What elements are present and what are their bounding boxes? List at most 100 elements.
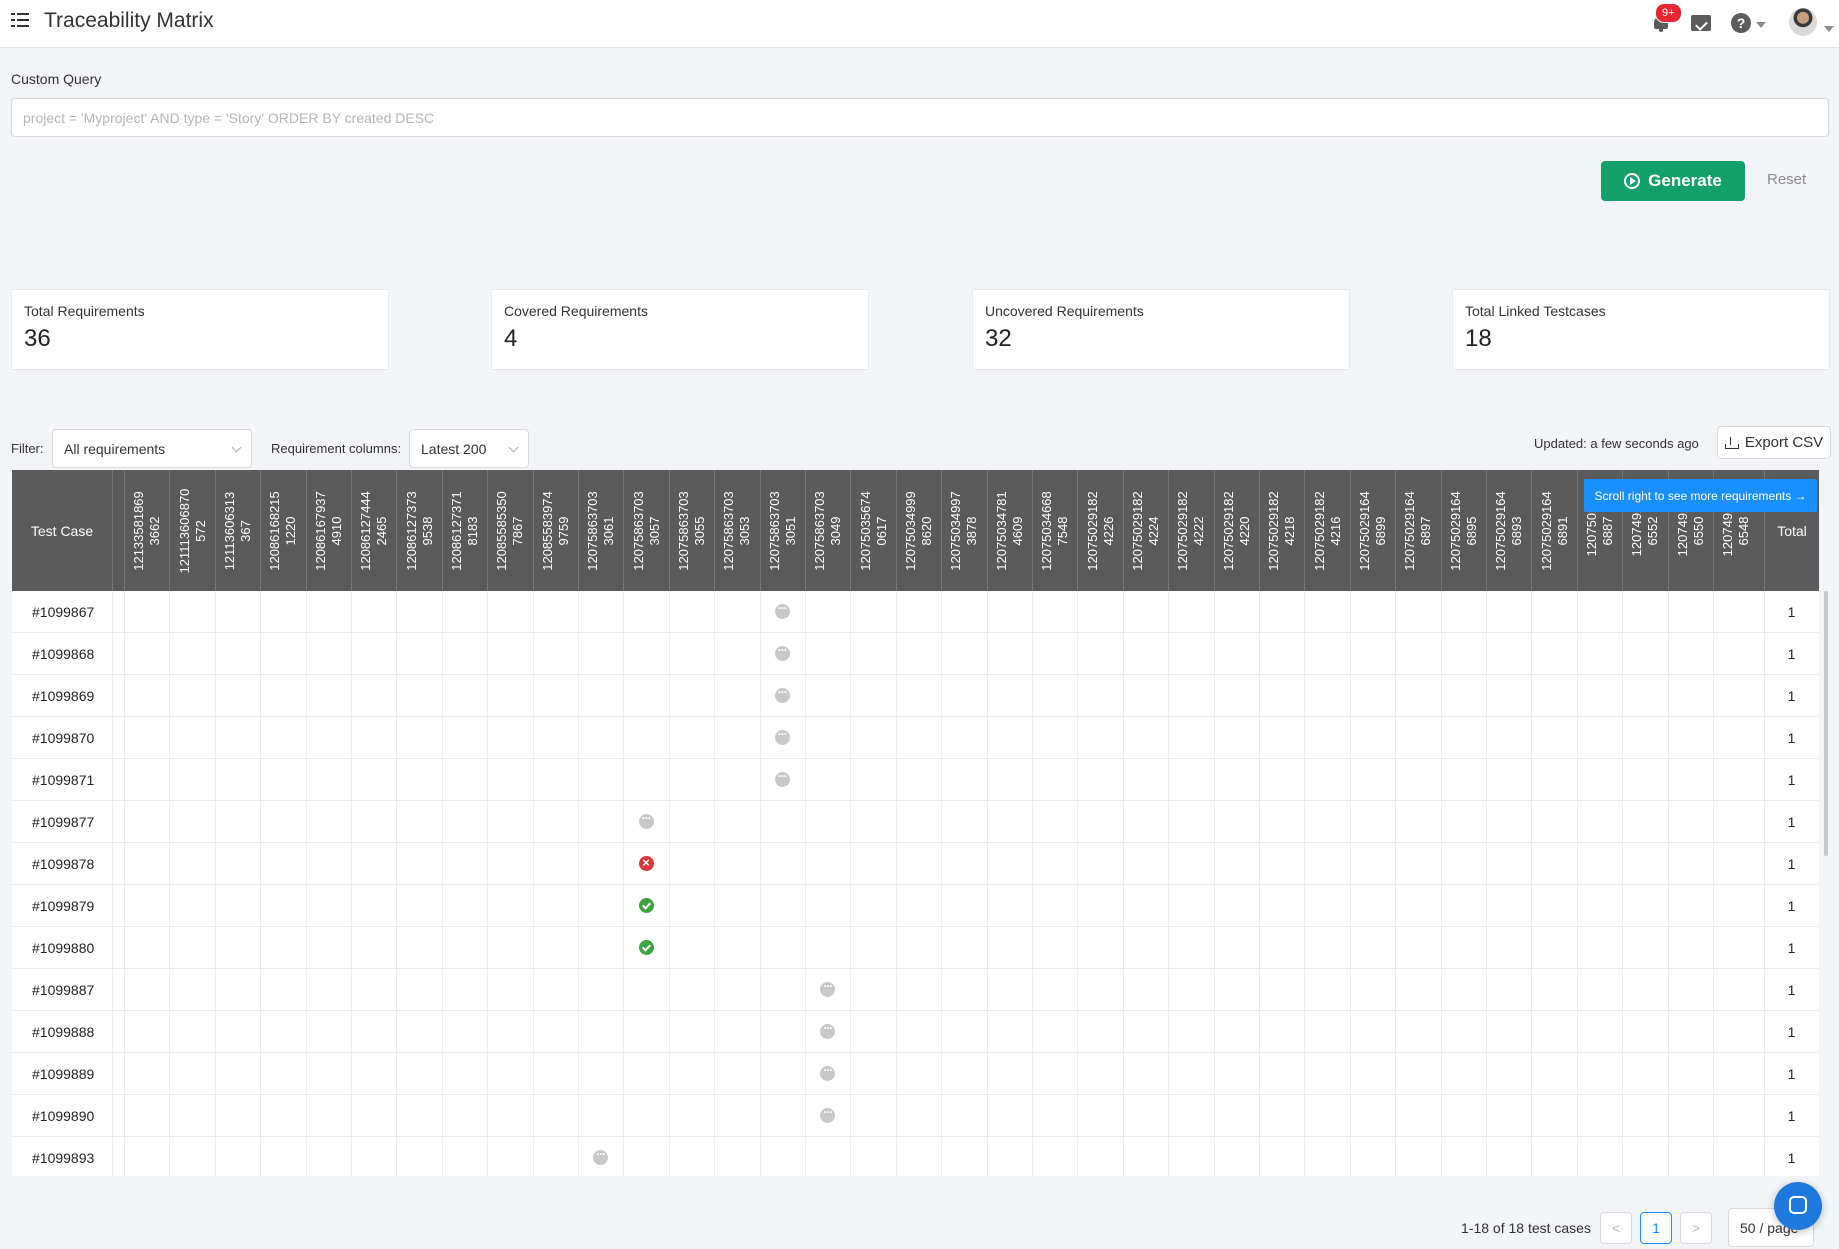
test-case-id[interactable]: #1099890 <box>32 1095 94 1137</box>
test-case-id[interactable]: #1099869 <box>32 675 94 717</box>
requirement-column-header[interactable]: 12075863703 3055 <box>668 470 714 591</box>
test-case-id[interactable]: #1099871 <box>32 759 94 801</box>
test-case-column-header: Test Case <box>30 522 94 539</box>
vertical-scrollbar[interactable] <box>1824 591 1828 856</box>
pending-status-icon[interactable] <box>593 1147 609 1165</box>
test-case-id[interactable]: #1099867 <box>32 591 94 633</box>
requirement-columns-label: Requirement columns: <box>271 441 402 456</box>
table-row[interactable]: #1099887 1 <box>12 969 1819 1011</box>
test-case-id[interactable]: #1099880 <box>32 927 94 969</box>
avatar-chevron-down-icon[interactable] <box>1824 26 1834 32</box>
export-csv-button[interactable]: Export CSV <box>1717 426 1831 459</box>
test-case-id[interactable]: #1099888 <box>32 1011 94 1053</box>
table-row[interactable]: #1099871 1 <box>12 759 1819 801</box>
chat-icon[interactable] <box>1774 1182 1822 1230</box>
requirement-column-header[interactable]: 12075029182 4218 <box>1259 470 1304 591</box>
requirement-column-header[interactable]: 12085585350 7867 <box>487 470 532 591</box>
test-case-id[interactable]: #1099877 <box>32 801 94 843</box>
requirement-column-header[interactable]: 12075863703 3057 <box>623 470 668 591</box>
table-row[interactable]: #1099889 1 <box>12 1053 1819 1095</box>
requirement-column-header[interactable]: 12086167937 4910 <box>305 470 351 591</box>
requirement-column-header[interactable]: 12086127444 2465 <box>351 470 396 591</box>
prev-page-button[interactable]: < <box>1600 1212 1632 1244</box>
requirement-column-header[interactable]: 12133581869 3662 <box>124 470 169 591</box>
requirement-column-header[interactable]: 12075029182 4220 <box>1213 470 1259 591</box>
requirement-column-header[interactable]: 12075029164 6899 <box>1349 470 1395 591</box>
requirement-column-header[interactable]: 12086168215 1220 <box>260 470 305 591</box>
table-row[interactable]: #1099890 1 <box>12 1095 1819 1137</box>
table-row[interactable]: #1099880 1 <box>12 927 1819 969</box>
table-row[interactable]: #1099870 1 <box>12 717 1819 759</box>
requirement-column-header[interactable]: 12086127373 9538 <box>396 470 441 591</box>
requirement-column-header[interactable]: 12075029182 4222 <box>1168 470 1213 591</box>
stat-label: Covered Requirements <box>504 303 648 319</box>
pending-status-icon[interactable] <box>774 643 790 661</box>
pending-status-icon[interactable] <box>820 1105 836 1123</box>
pending-status-icon[interactable] <box>774 685 790 703</box>
requirement-column-header[interactable]: 12075034999 8620 <box>895 470 941 591</box>
pending-status-icon[interactable] <box>774 601 790 619</box>
filter-select[interactable]: All requirements <box>52 429 252 468</box>
pending-status-icon[interactable] <box>638 811 654 829</box>
table-row[interactable]: #1099869 1 <box>12 675 1819 717</box>
top-bar: Traceability Matrix 9+ ? <box>0 0 1839 48</box>
table-row[interactable]: #1099888 1 <box>12 1011 1819 1053</box>
requirement-column-header[interactable]: 12113606313 367 <box>214 470 260 591</box>
table-row[interactable]: #1099867 1 <box>12 591 1819 633</box>
pass-status-icon[interactable] <box>638 940 654 955</box>
table-row[interactable]: #1099893 1 <box>12 1137 1819 1176</box>
filter-label: Filter: <box>11 441 44 456</box>
requirement-column-header[interactable]: 12075034668 7548 <box>1032 470 1077 591</box>
next-page-button[interactable]: > <box>1680 1212 1712 1244</box>
test-case-id[interactable]: #1099887 <box>32 969 94 1011</box>
test-case-id[interactable]: #1099868 <box>32 633 94 675</box>
help-chevron-down-icon[interactable] <box>1756 22 1766 28</box>
table-row[interactable]: #1099879 1 <box>12 885 1819 927</box>
pending-status-icon[interactable] <box>820 1021 836 1039</box>
table-row[interactable]: #1099878 1 <box>12 843 1819 885</box>
requirement-column-header[interactable]: 12075029164 6891 <box>1531 470 1576 591</box>
custom-query-input[interactable] <box>11 98 1829 137</box>
avatar[interactable] <box>1789 8 1817 36</box>
requirement-column-header[interactable]: 12075029182 4216 <box>1304 470 1349 591</box>
requirement-column-header[interactable]: 12075034997 3878 <box>941 470 986 591</box>
requirement-column-header[interactable]: 12086127371 8183 <box>441 470 487 591</box>
table-row[interactable]: #1099868 1 <box>12 633 1819 675</box>
pending-status-icon[interactable] <box>820 979 836 997</box>
requirement-column-header[interactable]: 12075029182 4226 <box>1077 470 1122 591</box>
stat-value: 18 <box>1465 325 1492 352</box>
requirement-column-header[interactable]: 12075863703 3061 <box>578 470 623 591</box>
test-case-id[interactable]: #1099878 <box>32 843 94 885</box>
page-1-button[interactable]: 1 <box>1640 1212 1672 1244</box>
requirement-column-header[interactable]: 12075863703 3049 <box>805 470 850 591</box>
fail-status-icon[interactable] <box>638 855 654 871</box>
requirement-id-label: 12075029182 4226 <box>1084 490 1116 571</box>
requirement-column-header[interactable]: 121113606870 572 <box>169 470 214 591</box>
requirement-column-header[interactable]: 12075029182 4224 <box>1122 470 1168 591</box>
test-case-id[interactable]: #1099893 <box>32 1137 94 1176</box>
help-icon[interactable]: ? <box>1730 12 1752 34</box>
test-case-id[interactable]: #1099889 <box>32 1053 94 1095</box>
scroll-hint[interactable]: Scroll right to see more requirements → <box>1584 479 1817 512</box>
requirement-column-header[interactable]: 12075035674 0617 <box>850 470 895 591</box>
requirement-column-header[interactable]: 12075029164 6895 <box>1440 470 1486 591</box>
reset-button[interactable]: Reset <box>1767 171 1806 188</box>
requirement-column-header[interactable]: 12075034781 4609 <box>986 470 1032 591</box>
generate-button[interactable]: Generate <box>1601 161 1745 201</box>
pending-status-icon[interactable] <box>774 727 790 745</box>
test-case-id[interactable]: #1099879 <box>32 885 94 927</box>
pending-status-icon[interactable] <box>820 1063 836 1081</box>
requirement-column-header[interactable]: 12075863703 3051 <box>759 470 805 591</box>
pass-status-icon[interactable] <box>638 898 654 913</box>
requirement-column-header[interactable]: 12085583974 9759 <box>532 470 578 591</box>
calendar-check-icon[interactable] <box>1690 12 1712 34</box>
requirement-columns-select[interactable]: Latest 200 <box>409 429 529 468</box>
requirement-column-header[interactable]: 12075029164 6897 <box>1395 470 1440 591</box>
requirement-column-header[interactable]: 12075863703 3053 <box>714 470 759 591</box>
pending-status-icon[interactable] <box>774 769 790 787</box>
table-row[interactable]: #1099877 1 <box>12 801 1819 843</box>
test-case-id[interactable]: #1099870 <box>32 717 94 759</box>
requirement-column-header[interactable]: 12075029164 6893 <box>1486 470 1531 591</box>
requirement-id-label: 12085585350 7867 <box>494 490 526 571</box>
menu-icon[interactable] <box>11 12 29 28</box>
